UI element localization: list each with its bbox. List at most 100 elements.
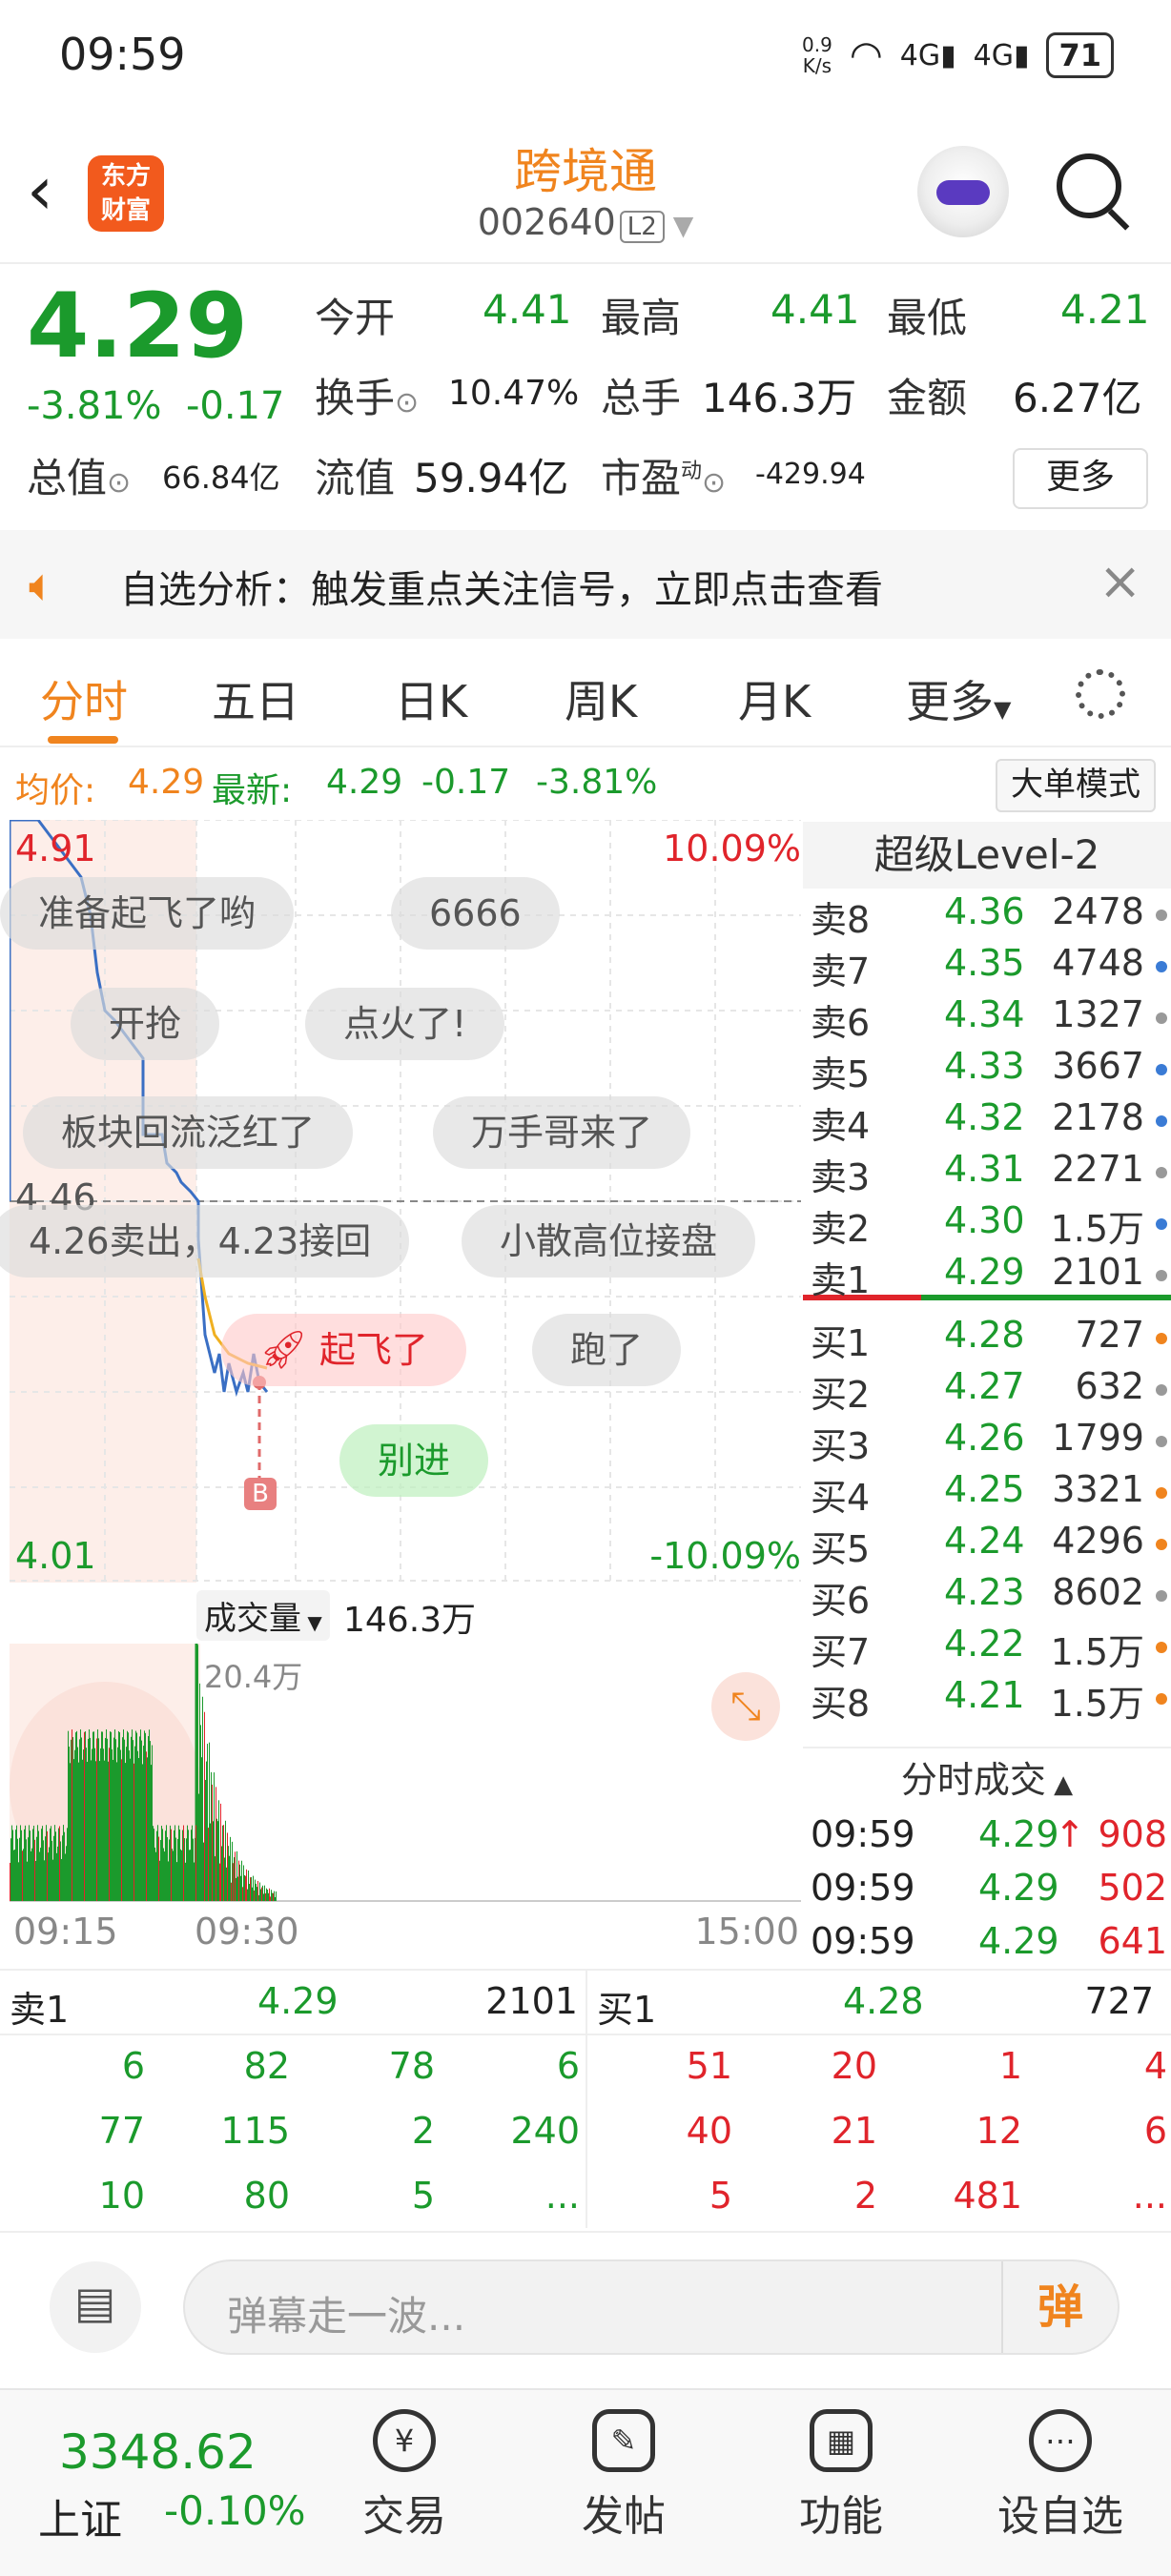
open-label: 今开	[315, 295, 396, 341]
ask-row[interactable]: 卖6 4.34 1327	[811, 993, 1167, 1045]
bid-queue-cell: 1	[998, 2045, 1022, 2087]
bid-queue-cell: 481	[953, 2175, 1022, 2217]
queue-ask-price: 4.29	[257, 1980, 339, 2022]
order-book: 超级Level-2 分时成交 ▲ 卖8 4.36 2478 卖7 4.35 4748 卖6 4…	[803, 822, 1171, 1966]
bid-label: 买6	[811, 1580, 871, 1622]
buy-marker[interactable]: B	[244, 1478, 277, 1510]
ask-price: 4.30	[944, 1199, 1025, 1241]
danmu-input[interactable]: 弹幕走一波... 弹	[183, 2259, 1120, 2355]
bid-row[interactable]: 买1 4.28 727	[811, 1314, 1167, 1365]
ask-price: 4.36	[944, 890, 1025, 932]
volume-label: 总手	[601, 375, 682, 421]
bid-price: 4.26	[944, 1417, 1025, 1459]
ask-queue-cell: 77	[98, 2110, 145, 2152]
bid-row[interactable]: 买8 4.21 1.5万	[811, 1674, 1167, 1726]
low-value: 4.21	[1060, 286, 1150, 333]
ask-dot	[1156, 1064, 1167, 1075]
chart-info-row: 均价: 4.29 最新: 4.29 -0.17 -3.81% 大单模式	[0, 753, 1171, 812]
tab-intraday[interactable]: 分时	[40, 667, 128, 730]
bid-row[interactable]: 买6 4.23 8602	[811, 1571, 1167, 1623]
bid-row[interactable]: 买2 4.27 632	[811, 1365, 1167, 1417]
queue-ask-label: 卖1	[10, 1989, 70, 2031]
bid-queue-cell: 6	[1143, 2110, 1167, 2152]
tick-trades-title[interactable]: 分时成交 ▲	[803, 1747, 1171, 1811]
bid-row[interactable]: 买3 4.26 1799	[811, 1417, 1167, 1468]
tab-more[interactable]: 更多▼	[906, 667, 1011, 730]
index-value[interactable]: 3348.62	[59, 2424, 257, 2480]
bottom-pct-label: -10.09%	[649, 1535, 801, 1577]
notice-banner[interactable]: 🔈︎ 自选分析：触发重点关注信号，立即点击查看 ×	[0, 530, 1171, 639]
volume-selector[interactable]: 成交量 ▼	[196, 1590, 330, 1641]
ask-row[interactable]: 卖7 4.35 4748	[811, 942, 1167, 993]
bid-row[interactable]: 买4 4.25 3321	[811, 1468, 1167, 1520]
ask-volume: 2178	[1052, 1096, 1144, 1138]
quote-panel: 4.29 -3.81% -0.17 今开 4.41 最高 4.41 最低 4.2…	[0, 265, 1171, 527]
mktcap-label: 总值⊙	[27, 455, 132, 501]
bid-row[interactable]: 买5 4.24 4296	[811, 1520, 1167, 1571]
nav-trade[interactable]: ¥ 交易	[309, 2409, 500, 2543]
latest-change: -0.17	[421, 763, 511, 802]
ask-queue-cell: 6	[121, 2045, 145, 2087]
ask-row[interactable]: 卖5 4.33 3667	[811, 1045, 1167, 1096]
status-time: 09:59	[59, 29, 186, 80]
bid-volume: 1799	[1052, 1417, 1144, 1459]
time-end: 15:00	[694, 1911, 799, 1952]
dropdown-icon: ▼	[301, 1611, 322, 1634]
nav-add-watchlist[interactable]: ⋯ 设自选	[965, 2409, 1156, 2543]
bid-label: 买1	[811, 1322, 871, 1364]
ask-row[interactable]: 卖3 4.31 2271	[811, 1148, 1167, 1199]
document-icon[interactable]	[50, 2261, 141, 2353]
bid-queue-cell: 5	[709, 2175, 732, 2217]
ask-label: 卖3	[811, 1156, 871, 1198]
pe-label: 市盈动⊙	[601, 455, 727, 501]
low-label: 最低	[887, 295, 968, 341]
current-price: 4.29	[27, 275, 248, 378]
ask-row[interactable]: 卖8 4.36 2478	[811, 890, 1167, 942]
ask-price: 4.29	[944, 1251, 1025, 1293]
danmu-bubble: 开抢	[71, 988, 220, 1060]
battery-icon: 71	[1046, 32, 1114, 78]
more-button[interactable]: 更多	[1013, 448, 1148, 509]
collapse-icon: ▲	[1045, 1770, 1074, 1799]
volume-svg	[10, 1644, 801, 1902]
level2-title[interactable]: 超级Level-2	[803, 822, 1171, 889]
ask-dot	[1156, 961, 1167, 972]
ask-label: 卖4	[811, 1105, 871, 1147]
robot-assistant-icon[interactable]	[917, 146, 1009, 237]
ask-queue-cell: 10	[98, 2175, 145, 2217]
nav-post[interactable]: ✎ 发帖	[528, 2409, 719, 2543]
speaker-icon: 🔈︎	[29, 559, 56, 612]
volume-panel: 成交量 ▼ 146.3万 20.4万 ⤡ 09:15 09:30 15:00	[10, 1584, 801, 1966]
danmu-toggle-button[interactable]: 弹	[1001, 2261, 1118, 2353]
ask-price: 4.33	[944, 1045, 1025, 1087]
tab-five-day[interactable]: 五日	[212, 667, 299, 730]
ask-row[interactable]: 卖2 4.30 1.5万	[811, 1199, 1167, 1251]
expand-icon[interactable]: ⤡	[711, 1672, 780, 1741]
bid-row[interactable]: 买7 4.22 1.5万	[811, 1623, 1167, 1674]
ask-queue-cell: 240	[510, 2110, 580, 2152]
tab-monthly-k[interactable]: 月K	[738, 667, 811, 730]
ask-label: 卖7	[811, 951, 871, 992]
big-order-mode-button[interactable]: 大单模式	[996, 759, 1156, 812]
ask-row[interactable]: 卖1 4.29 2101	[811, 1251, 1167, 1302]
edit-icon: ✎	[592, 2409, 655, 2472]
bid-dot	[1156, 1436, 1167, 1447]
intraday-chart[interactable]: 4.91 4.46 4.01 10.09% -10.09% B 准备起飞了哟 6…	[0, 820, 801, 1583]
nav-functions[interactable]: ▦ 功能	[746, 2409, 936, 2543]
index-name[interactable]: 上证	[38, 2485, 122, 2546]
tab-weekly-k[interactable]: 周K	[565, 667, 637, 730]
bid-price: 4.27	[944, 1365, 1025, 1407]
index-pct[interactable]: -0.10%	[164, 2487, 306, 2534]
ask-queue-cell: 2	[411, 2110, 435, 2152]
tab-daily-k[interactable]: 日K	[395, 667, 467, 730]
ask-volume: 1.5万	[1050, 1208, 1144, 1250]
latest-label: 最新:	[212, 771, 293, 810]
settings-icon[interactable]	[1076, 669, 1125, 719]
ask-queue-cell: 80	[243, 2175, 290, 2217]
search-icon[interactable]	[1057, 153, 1121, 218]
close-icon[interactable]: ×	[1099, 551, 1141, 611]
bid-queue-cell: 12	[976, 2110, 1022, 2152]
ask-row[interactable]: 卖4 4.32 2178	[811, 1096, 1167, 1148]
bid-volume: 727	[1075, 1314, 1144, 1356]
bid-price: 4.25	[944, 1468, 1025, 1510]
